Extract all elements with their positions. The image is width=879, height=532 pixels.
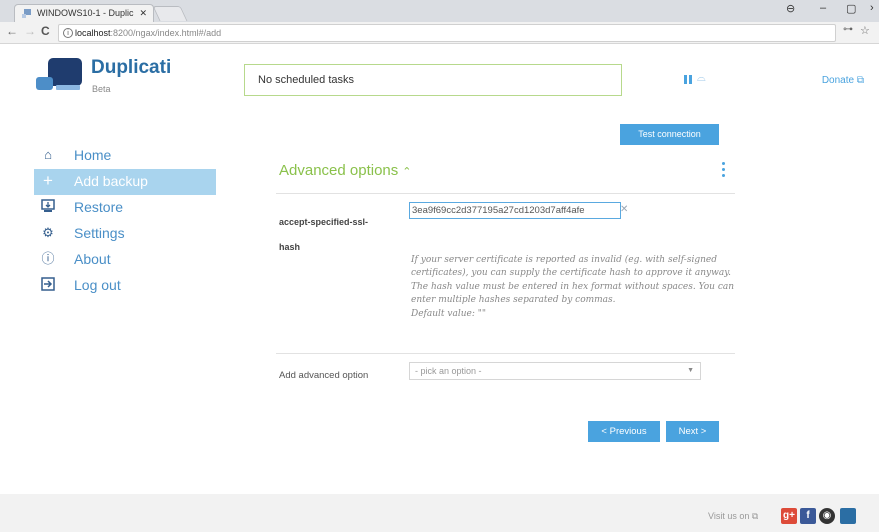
clear-option-icon[interactable]: ✕ <box>620 204 628 215</box>
url-path: :8200/ngax/index.html#/add <box>110 28 222 38</box>
sidebar-item-logout[interactable]: Log out <box>34 273 216 299</box>
sidebar-item-label: Settings <box>74 225 125 241</box>
back-icon[interactable]: ← <box>6 24 18 38</box>
reload-icon[interactable]: C <box>41 24 50 38</box>
brand-subtitle: Beta <box>92 84 111 94</box>
sidebar-item-label: About <box>74 251 111 267</box>
next-button[interactable]: Next > <box>666 421 719 442</box>
new-tab-button[interactable] <box>152 6 188 21</box>
sidebar: ⌂ Home + Add backup Restore ⚙ Settings ⓘ… <box>34 143 216 299</box>
sidebar-item-label: Restore <box>74 199 124 215</box>
plus-icon: + <box>43 171 53 190</box>
kebab-menu-icon[interactable] <box>722 162 726 178</box>
status-text: No scheduled tasks <box>258 74 354 86</box>
previous-button[interactable]: < Previous <box>588 421 660 442</box>
app-header: Duplicati Beta No scheduled tasks ⌓ Dona… <box>0 45 879 107</box>
address-bar[interactable]: i localhost:8200/ngax/index.html#/add <box>58 24 836 42</box>
option-value-input[interactable]: 3ea9f69cc2d377195a27cd1203d7aff4afe <box>409 202 621 219</box>
sidebar-item-restore[interactable]: Restore <box>34 195 216 221</box>
github-icon[interactable]: ◉ <box>819 508 835 524</box>
throttle-icon[interactable]: ⌓ <box>697 72 706 85</box>
facebook-icon[interactable]: f <box>800 508 816 524</box>
test-connection-button[interactable]: Test connection <box>620 124 719 145</box>
pause-icon[interactable] <box>684 75 693 84</box>
tab-close-icon[interactable]: ✕ <box>139 5 147 22</box>
sidebar-item-label: Log out <box>74 277 121 293</box>
restore-icon <box>40 199 56 215</box>
sidebar-item-add-backup[interactable]: + Add backup <box>34 169 216 195</box>
google-plus-icon[interactable]: g+ <box>781 508 797 524</box>
add-option-label: Add advanced option <box>279 370 369 381</box>
sidebar-item-label: Add backup <box>74 173 148 189</box>
chevron-down-icon: ▼ <box>687 367 694 374</box>
duplicati-favicon <box>22 9 31 18</box>
close-window-icon[interactable]: › <box>870 2 874 14</box>
forward-icon[interactable]: → <box>24 24 36 38</box>
option-help-text: If your server certificate is reported a… <box>411 255 735 306</box>
profile-icon[interactable]: ⊖ <box>786 2 795 15</box>
browser-tab-bar: WINDOWS10-1 - Duplic ✕ ⊖ – ▢ › <box>0 0 879 22</box>
info-icon: ⓘ <box>41 251 55 266</box>
gear-icon: ⚙ <box>42 225 54 240</box>
key-icon[interactable]: ⊶ <box>843 24 853 35</box>
sidebar-item-about[interactable]: ⓘ About <box>34 247 216 273</box>
minimize-icon[interactable]: – <box>820 2 826 14</box>
add-option-placeholder: - pick an option - <box>415 366 482 376</box>
home-icon: ⌂ <box>44 147 52 162</box>
option-default-value: Default value: "" <box>411 308 487 319</box>
donate-link[interactable]: Donate ⧉ <box>822 75 864 86</box>
maximize-icon[interactable]: ▢ <box>846 2 856 15</box>
sidebar-item-label: Home <box>74 147 112 163</box>
logout-icon <box>40 277 56 293</box>
option-description: If your server certificate is reported a… <box>411 254 741 321</box>
bookmark-star-icon[interactable]: ☆ <box>860 24 870 37</box>
url-host: localhost <box>75 28 111 38</box>
donate-label: Donate <box>821 75 855 86</box>
chevron-up-icon: ⌃ <box>402 166 412 178</box>
external-link-icon: ⧉ <box>856 75 864 86</box>
divider <box>276 193 735 194</box>
sidebar-item-home[interactable]: ⌂ Home <box>34 143 216 169</box>
divider <box>276 353 735 354</box>
option-name-line2: hash <box>279 242 301 252</box>
add-option-select[interactable]: - pick an option - ▼ <box>409 362 701 380</box>
tab-title: WINDOWS10-1 - Duplic <box>37 8 134 18</box>
option-name: accept-specified-ssl- hash <box>279 210 399 260</box>
option-name-line1: accept-specified-ssl- <box>279 217 369 227</box>
duplicati-small-icon[interactable] <box>840 508 856 524</box>
visit-us-label: Visit us on ⧉ <box>708 511 759 521</box>
status-box: No scheduled tasks <box>244 64 622 96</box>
sidebar-item-settings[interactable]: ⚙ Settings <box>34 221 216 247</box>
info-icon: i <box>63 28 73 38</box>
browser-tab[interactable]: WINDOWS10-1 - Duplic ✕ <box>14 4 154 22</box>
browser-toolbar: ← → C i localhost:8200/ngax/index.html#/… <box>0 22 879 44</box>
brand-name: Duplicati <box>91 57 172 78</box>
footer: Visit us on ⧉ g+ f ◉ <box>0 494 879 532</box>
advanced-options-toggle[interactable]: Advanced options ⌃ <box>279 162 411 179</box>
section-title: Advanced options <box>279 162 399 179</box>
